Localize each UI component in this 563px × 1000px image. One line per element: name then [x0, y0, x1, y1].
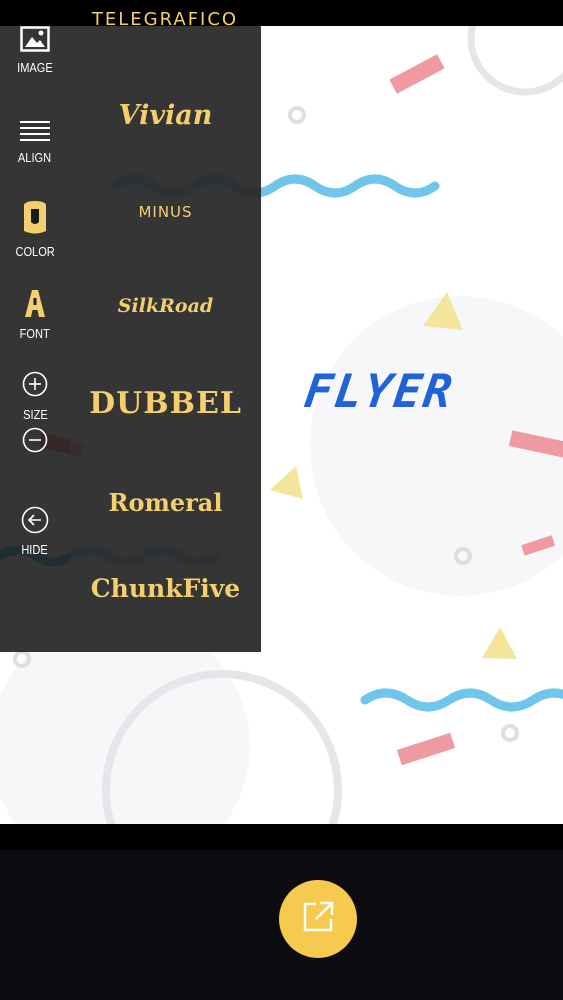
decor-ring — [467, 26, 563, 96]
size-increase-icon[interactable] — [22, 371, 48, 401]
image-icon — [20, 26, 50, 56]
tool-align-label: ALIGN — [18, 150, 52, 165]
paint-bucket-icon — [22, 200, 48, 240]
tool-sidebar: IMAGE ALIGN COLOR FONT SIZE HIDE — [0, 26, 70, 652]
align-icon — [20, 120, 50, 146]
tool-font[interactable]: FONT — [0, 288, 70, 341]
tool-size: SIZE — [0, 371, 70, 457]
font-option-chunkfive[interactable]: ChunkFive — [70, 574, 261, 603]
arrow-left-icon — [21, 506, 49, 538]
font-option-silkroad[interactable]: SilkRoad — [70, 295, 261, 317]
tool-hide-label: HIDE — [21, 542, 49, 557]
font-option-vivian[interactable]: Vivian — [70, 100, 261, 131]
tool-size-label: SIZE — [22, 407, 48, 422]
tool-color[interactable]: COLOR — [0, 200, 70, 259]
share-external-icon — [300, 899, 336, 939]
app-header: TELEGRAFICO — [0, 0, 563, 30]
size-decrease-icon[interactable] — [22, 427, 48, 457]
tool-hide[interactable]: HIDE — [0, 506, 70, 557]
tool-color-label: COLOR — [15, 244, 55, 259]
tool-image-label: IMAGE — [17, 60, 53, 75]
share-button[interactable] — [279, 880, 357, 958]
font-option-minus[interactable]: MINUS — [70, 203, 261, 221]
tool-font-label: FONT — [19, 326, 51, 341]
tool-align[interactable]: ALIGN — [0, 120, 70, 165]
tool-image[interactable]: IMAGE — [0, 26, 70, 75]
canvas-bottom-band — [0, 824, 563, 850]
font-icon — [22, 288, 48, 322]
font-option-dubbel[interactable]: DUBBEL — [70, 386, 261, 421]
flyer-headline-text[interactable]: FLYER — [301, 364, 457, 418]
font-option-romeral[interactable]: Romeral — [70, 488, 261, 517]
